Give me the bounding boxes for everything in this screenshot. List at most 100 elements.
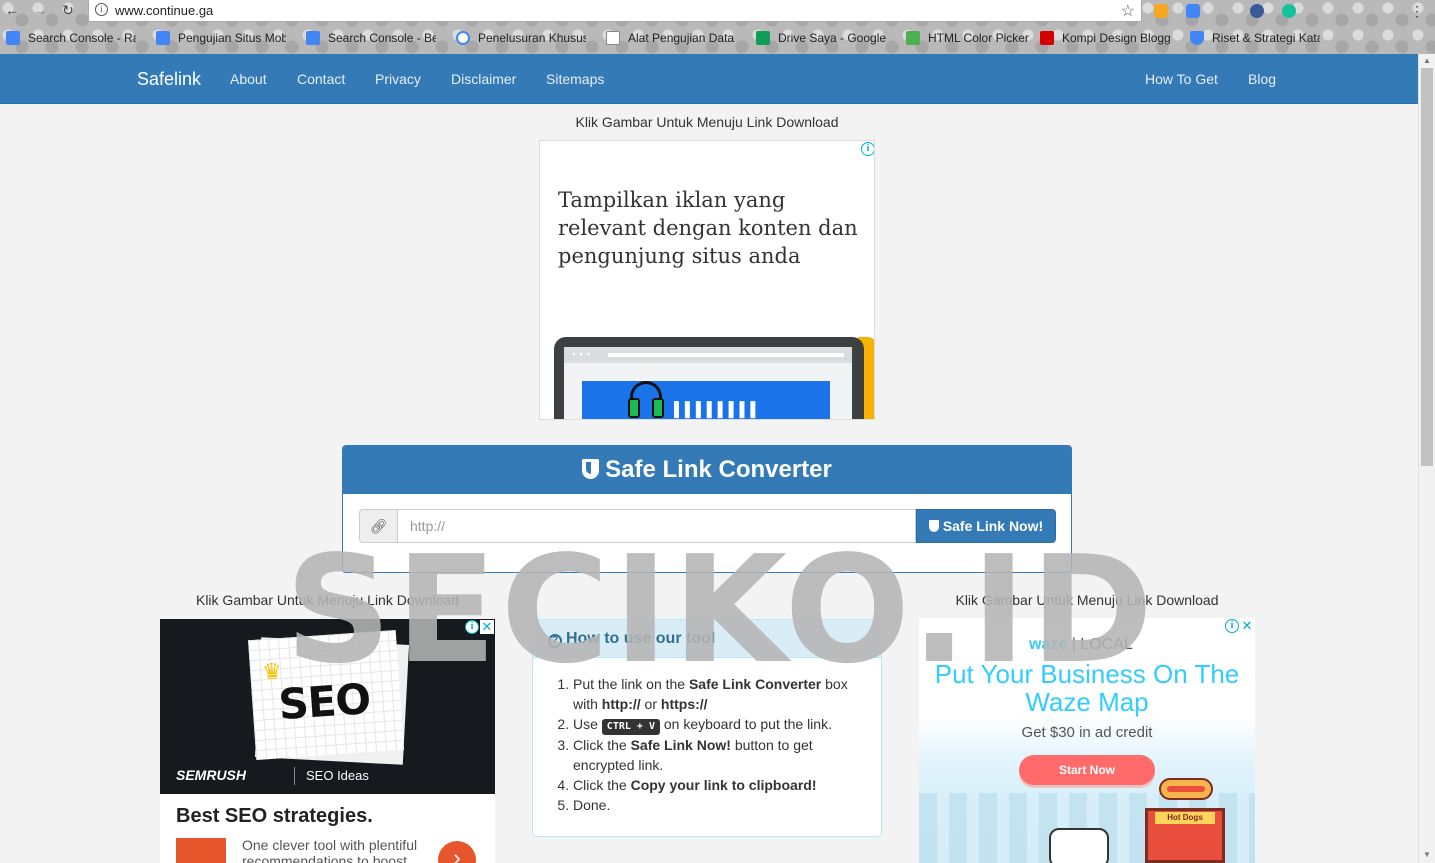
ad-description: One clever tool with plentiful recommend…: [242, 837, 418, 863]
shield-icon: [582, 459, 600, 479]
brand-link[interactable]: Safelink: [137, 69, 201, 90]
step-bold: Safe Link Converter: [688, 676, 822, 692]
nav-link-how-to-get[interactable]: How To Get: [1145, 71, 1218, 87]
bookmark-label: Alat Pengujian Data: [628, 31, 735, 45]
adchoices-icon[interactable]: i: [465, 620, 479, 634]
paper-illustration: ♛ SEO: [247, 629, 405, 761]
adchoices-icon[interactable]: i: [861, 142, 874, 156]
menu-kebab-icon[interactable]: ⋮: [1410, 4, 1424, 18]
list-item: Use CTRL + V on keyboard to put the link…: [573, 714, 873, 735]
chevron-right-icon[interactable]: ›: [438, 841, 476, 863]
nav-link-about[interactable]: About: [230, 71, 267, 87]
nav-link-sitemaps[interactable]: Sitemaps: [546, 71, 604, 87]
search-console-icon: [306, 31, 320, 45]
scrollbar-thumb[interactable]: [1421, 68, 1433, 466]
back-arrow-icon[interactable]: ←: [4, 2, 20, 18]
step-text: or: [640, 696, 661, 712]
ad-banner-top[interactable]: i Tampilkan iklan yang relevant dengan k…: [539, 140, 875, 420]
info-icon[interactable]: i: [95, 3, 108, 16]
howto-heading: ? How to use our tool: [533, 620, 881, 658]
ad-headline: Put Your Business On The Waze Map: [934, 659, 1240, 717]
bookmark-item[interactable]: Search Console - Ber: [306, 31, 436, 47]
bookmark-item[interactable]: Pengujian Situs Mob: [156, 31, 286, 47]
step-text: Put the link on the: [573, 676, 689, 692]
ad-caption-top: Klik Gambar Untuk Menuju Link Download: [575, 114, 839, 130]
question-icon: ?: [548, 634, 562, 648]
list-item: Put the link on the Safe Link Converter …: [573, 674, 873, 714]
waze-brand: waze: [1029, 636, 1068, 653]
bookmark-label: Search Console - Ra: [28, 31, 136, 45]
ad-subtext: Get $30 in ad credit: [1021, 724, 1153, 741]
bookmark-item[interactable]: Search Console - Ra: [6, 31, 136, 47]
converter-title: Safe Link Converter: [605, 456, 832, 483]
converter-panel: Safe Link Converter 🔗︎ Safe Link Now!: [342, 445, 1072, 573]
laptop-illustration: ● ● ● ▌▌▌▌▌▌▌▌: [554, 337, 864, 419]
bookmark-item[interactable]: HTML Color Picker: [906, 31, 1029, 47]
bookmark-item[interactable]: Penelusuran Khusus: [456, 31, 586, 47]
start-now-button[interactable]: Start Now: [1019, 755, 1155, 785]
bookmark-item[interactable]: Riset & Strategi Kata: [1190, 31, 1320, 47]
extension-blue-icon[interactable]: [1186, 4, 1200, 18]
ad-image: ♛ SEO SEMRUSH SEO Ideas: [160, 619, 495, 794]
vertical-scrollbar[interactable]: ▲ ▼: [1418, 54, 1435, 863]
address-url[interactable]: www.continue.ga: [115, 3, 213, 18]
forward-arrow-icon[interactable]: →: [32, 2, 48, 18]
link-icon: 🔗︎: [359, 509, 398, 543]
bookmarks-bar: Search Console - Ra Pengujian Situs Mob …: [0, 28, 1435, 50]
howto-panel: ? How to use our tool Put the link on the…: [532, 619, 882, 837]
google-drive-icon: [756, 31, 770, 45]
waze-brand-sub: | LOCAL: [1071, 636, 1133, 653]
ad-headline: Tampilkan iklan yang relevant dengan kon…: [558, 188, 858, 268]
ad-title: Best SEO strategies.: [176, 805, 373, 827]
site-navbar: Safelink About Contact Privacy Disclaime…: [0, 54, 1418, 104]
bookmark-star-icon[interactable]: ☆: [1121, 1, 1135, 21]
safe-link-now-label: Safe Link Now!: [942, 518, 1044, 534]
address-bar[interactable]: i www.continue.ga ☆: [88, 0, 1142, 22]
adchoices-icon[interactable]: i: [1225, 619, 1239, 633]
divider: [294, 767, 295, 785]
hotdog-icon: [1159, 778, 1213, 800]
bookmark-label: Penelusuran Khusus: [478, 31, 586, 45]
nav-link-disclaimer[interactable]: Disclaimer: [451, 71, 516, 87]
extension-account-icon[interactable]: [1250, 4, 1264, 18]
bookmark-item[interactable]: Drive Saya - Google: [756, 31, 886, 47]
url-input[interactable]: [397, 509, 916, 543]
converter-input-group: 🔗︎ Safe Link Now!: [359, 509, 1056, 543]
step-text: Use: [573, 716, 602, 732]
bookmark-label: Kompi Design Blogge: [1062, 31, 1170, 45]
nav-link-blog[interactable]: Blog: [1248, 71, 1276, 87]
car-illustration: [1049, 828, 1109, 863]
waze-logo: waze | LOCAL: [1029, 636, 1133, 654]
ad-brand-sub: SEO Ideas: [306, 768, 369, 783]
step-bold: Copy your link to clipboard!: [630, 777, 817, 793]
google-ads-icon: [1190, 31, 1204, 45]
extension-sq-icon[interactable]: [1154, 4, 1168, 18]
ad-close-icon[interactable]: ✕: [480, 620, 494, 634]
nav-link-contact[interactable]: Contact: [297, 71, 345, 87]
nav-link-privacy[interactable]: Privacy: [375, 71, 421, 87]
bookmark-item[interactable]: Kompi Design Blogge: [1040, 31, 1170, 47]
ad-banner-left[interactable]: ♛ SEO SEMRUSH SEO Ideas i ✕ Best SEO str…: [160, 619, 495, 863]
list-item: Click the Safe Link Now! button to get e…: [573, 735, 873, 775]
scroll-down-arrow-icon[interactable]: ▼: [1423, 850, 1431, 859]
scroll-up-arrow-icon[interactable]: ▲: [1423, 56, 1431, 65]
step-bold: http://: [601, 696, 641, 712]
bookmark-item[interactable]: Alat Pengujian Data: [606, 31, 734, 47]
ad-banner-right[interactable]: waze | LOCAL Put Your Business On The Wa…: [919, 618, 1255, 863]
keyboard-shortcut: CTRL + V: [601, 719, 660, 735]
ad-logo: [176, 838, 226, 863]
w3schools-icon: [906, 31, 920, 45]
step-text: Click the: [573, 737, 631, 753]
howto-title: How to use our tool: [566, 630, 716, 647]
ad-close-icon[interactable]: ✕: [1240, 619, 1254, 633]
headphones-icon: [628, 381, 664, 418]
google-icon: [456, 31, 470, 45]
step-text: Done.: [573, 797, 611, 813]
extensions-area: ⋮: [1150, 2, 1435, 20]
howto-steps: Put the link on the Safe Link Converter …: [573, 674, 873, 815]
grammarly-icon[interactable]: [1282, 4, 1296, 18]
laptop-screen-bar: ● ● ●: [564, 347, 852, 363]
safe-link-now-button[interactable]: Safe Link Now!: [916, 509, 1056, 543]
reload-icon[interactable]: ↻: [60, 2, 76, 18]
bookmark-label: Drive Saya - Google: [778, 31, 886, 45]
